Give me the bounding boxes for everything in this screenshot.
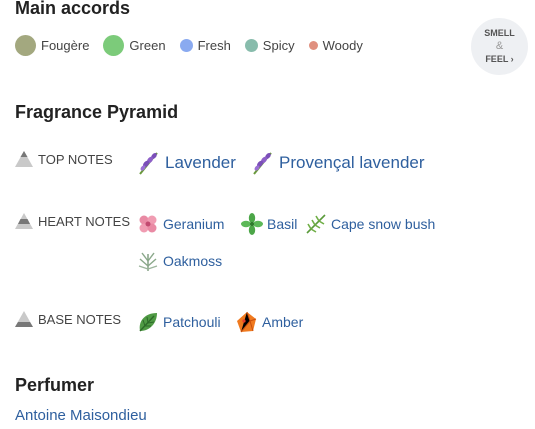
perfumer-link[interactable]: Antoine Maisondieu <box>15 407 147 424</box>
pyramid-base-icon <box>15 311 33 327</box>
note-label: Geranium <box>163 216 225 232</box>
note-oakmoss[interactable]: Oakmoss <box>137 250 222 272</box>
basil-icon <box>241 213 263 235</box>
note-label: Amber <box>262 314 304 330</box>
note-basil[interactable]: Basil <box>241 213 297 235</box>
pyramid-top-icon <box>15 151 33 167</box>
ampersand-label: & <box>495 40 504 52</box>
smell-label: SMELL <box>484 28 515 38</box>
note-label: Basil <box>267 216 298 232</box>
accord-spicy[interactable]: Spicy <box>244 37 295 53</box>
geranium-icon <box>139 215 157 233</box>
pyramid-heart-icon <box>15 213 33 229</box>
base-notes-label: BASE NOTES <box>15 311 121 327</box>
smell-and-feel-button[interactable]: SMELL & FEEL › <box>471 18 528 75</box>
note-patchouli[interactable]: Patchouli <box>137 311 221 333</box>
oakmoss-icon <box>138 252 158 271</box>
heart-notes-label: HEART NOTES <box>15 213 130 229</box>
accord-green[interactable]: Green <box>103 34 166 56</box>
top-notes-label: TOP NOTES <box>15 151 113 167</box>
note-lavender[interactable]: Lavender <box>137 150 236 176</box>
pyramid-title: Fragrance Pyramid <box>15 102 179 122</box>
fougere-dot-icon <box>15 34 36 56</box>
note-cape-snow-bush[interactable]: Cape snow bush <box>305 213 435 235</box>
spicy-dot-icon <box>244 38 258 52</box>
base-notes-text: BASE NOTES <box>38 311 122 327</box>
cape-snow-bush-icon <box>306 214 326 234</box>
accord-fougere[interactable]: Fougère <box>15 34 90 56</box>
accord-label: Spicy <box>262 37 295 53</box>
chevron-right-icon: › <box>510 54 514 64</box>
lavender-icon <box>139 152 158 175</box>
fresh-dot-icon <box>179 38 193 52</box>
accord-label: Woody <box>322 37 363 53</box>
provencal-lavender-icon <box>253 152 272 175</box>
accord-label: Fresh <box>197 37 231 53</box>
accords-list: Fougère Green Fresh Spicy Woody <box>15 33 377 57</box>
accords-title: Main accords <box>15 0 131 18</box>
note-provencal-lavender[interactable]: Provençal lavender <box>251 150 425 176</box>
amber-icon <box>237 311 257 333</box>
note-label: Cape snow bush <box>331 216 436 232</box>
accord-fresh[interactable]: Fresh <box>179 37 231 53</box>
woody-dot-icon <box>308 40 318 50</box>
note-geranium[interactable]: Geranium <box>137 213 224 235</box>
accord-woody[interactable]: Woody <box>308 37 363 53</box>
feel-label: FEEL <box>485 54 509 64</box>
note-label: Oakmoss <box>163 253 223 269</box>
heart-notes-text: HEART NOTES <box>38 213 130 229</box>
accord-label: Fougère <box>41 37 90 53</box>
note-label: Lavender <box>165 153 236 172</box>
perfumer-title: Perfumer <box>15 375 95 395</box>
green-dot-icon <box>103 34 125 56</box>
note-label: Patchouli <box>163 314 221 330</box>
top-notes-text: TOP NOTES <box>38 151 113 167</box>
patchouli-icon <box>139 313 157 332</box>
note-amber[interactable]: Amber <box>236 311 303 333</box>
note-label: Provençal lavender <box>279 153 425 172</box>
accord-label: Green <box>129 37 166 53</box>
